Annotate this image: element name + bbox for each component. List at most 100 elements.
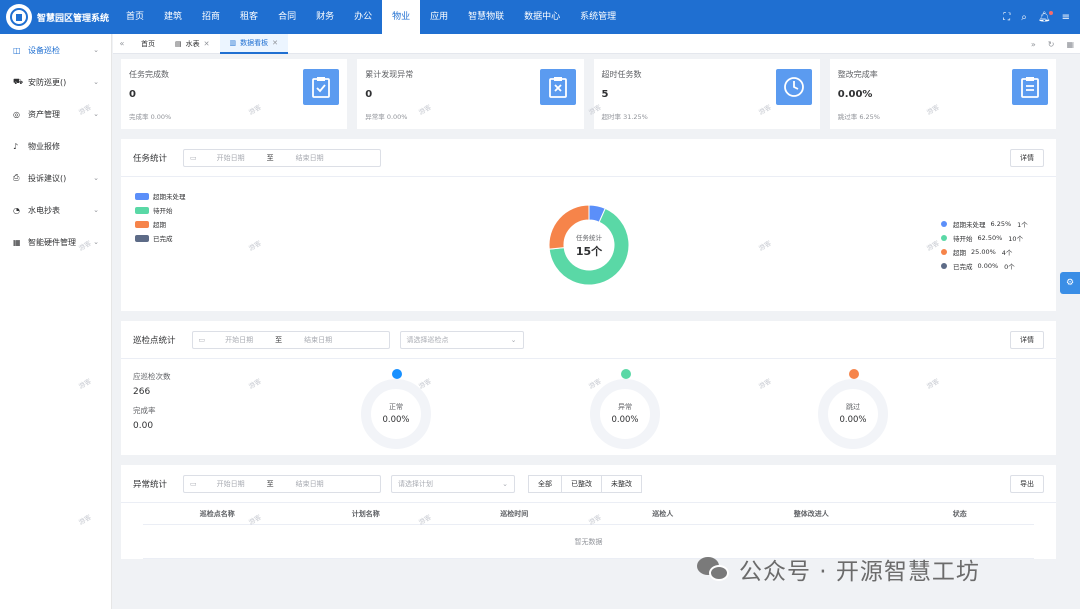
legend-item[interactable]: 待开始 (135, 203, 186, 217)
panel-title: 任务统计 (133, 153, 168, 164)
end-date-input[interactable]: 结束日期 (296, 153, 324, 163)
sidebar-item-label: 物业报修 (28, 141, 60, 151)
filter-rectified-button[interactable]: 已整改 (561, 474, 603, 493)
abnormal-table: 巡检点名称 计划名称 巡检时间 巡检人 整体改进人 状态 暂无数据 (143, 503, 1034, 559)
sidebar-item-label: 智能硬件管理 (28, 237, 76, 247)
clipboard-x-icon (539, 69, 576, 105)
start-date-input[interactable]: 开始日期 (217, 153, 245, 163)
sidebar-item-property-repair[interactable]: ♪ 物业报修 (0, 130, 111, 162)
patrol-point-select[interactable]: 请选择巡检点 ⌄ (399, 330, 524, 349)
sidebar-item-security-patrol[interactable]: ⛟ 安防巡更() ⌄ (0, 66, 111, 98)
task-detail-button[interactable]: 详情 (1010, 148, 1044, 167)
chevron-down-icon: ⌄ (93, 110, 99, 118)
fullscreen-icon[interactable]: ⛶ (1003, 12, 1010, 23)
clock-icon (775, 69, 812, 105)
sidebar-item-label: 设备巡检 (28, 45, 60, 55)
filter-unrectified-button[interactable]: 未整改 (601, 474, 643, 493)
due-count-value: 266 (133, 387, 151, 397)
tab-water-meter[interactable]: ▤ 水表 ✕ (165, 34, 220, 54)
clock-icon: ◔ (13, 205, 20, 215)
plan-select[interactable]: 请选择计划 ⌄ (391, 474, 516, 493)
sidebar-item-meter-reading[interactable]: ◔ 水电抄表 ⌄ (0, 194, 111, 226)
gear-icon[interactable]: ⚙ (1060, 272, 1080, 294)
legend-item[interactable]: 已完成 (135, 231, 186, 245)
brand-text: 公众号 · 开源智慧工坊 (739, 559, 980, 585)
card-subtitle: 异常率 0.00% (365, 113, 408, 121)
nav-item-home[interactable]: 首页 (116, 0, 154, 34)
column-header[interactable]: 巡检点名称 (143, 509, 292, 519)
sidebar-item-device-inspection[interactable]: ◫ 设备巡检 ⌄ (0, 34, 111, 66)
nav-item-data-center[interactable]: 数据中心 (514, 0, 570, 34)
sidebar-item-asset-management[interactable]: ◎ 资产管理 ⌄ (0, 98, 111, 130)
column-header[interactable]: 整体改进人 (737, 509, 886, 519)
chevron-down-icon: ⌄ (93, 46, 99, 54)
clipboard-check-icon (303, 69, 340, 105)
legend-detail-row: 超期未处理 6.25% 1个 (941, 217, 1028, 231)
patrol-summary: 应巡检次数 266 完成率 0.00 (133, 371, 171, 439)
export-button[interactable]: 导出 (1010, 474, 1044, 493)
filter-all-button[interactable]: 全部 (528, 474, 563, 493)
patrol-date-range[interactable]: ▭ 开始日期 至 结束日期 (191, 330, 390, 349)
nav-item-contract[interactable]: 合同 (268, 0, 306, 34)
abnormal-statistics-panel: 异常统计 ▭ 开始日期 至 结束日期 请选择计划 ⌄ 全部 已整改 未整改 导出… (121, 465, 1056, 559)
close-icon[interactable]: ✕ (204, 34, 210, 54)
chart-legend-detail: 超期未处理 6.25% 1个 待开始 62.50% 10个 超期 25.00% 4个 已完成… (941, 217, 1028, 273)
document-icon: ▤ (175, 39, 182, 48)
legend-detail-row: 待开始 62.50% 10个 (941, 231, 1028, 245)
card-overdue-tasks: 超时任务数 5 超时率 31.25% (593, 59, 820, 129)
globe-icon: ◎ (13, 109, 20, 119)
truck-icon: ⛟ (13, 77, 24, 86)
nav-item-property[interactable]: 物业 (382, 0, 421, 34)
nav-item-office[interactable]: 办公 (344, 0, 382, 34)
sidebar-item-complaints[interactable]: ⎙ 投诉建议() ⌄ (0, 162, 111, 194)
legend-item[interactable]: 超期未处理 (135, 189, 186, 203)
nav-item-tenant[interactable]: 租客 (230, 0, 268, 34)
start-date-input[interactable]: 开始日期 (217, 479, 245, 489)
sidebar-item-label: 投诉建议() (28, 173, 67, 183)
summary-cards: 任务完成数 0 完成率 0.00% 累计发现异常 0 异常率 0.00% 超时任… (121, 59, 1056, 129)
start-date-input[interactable]: 开始日期 (225, 335, 253, 345)
refresh-icon[interactable]: ↻ (1048, 40, 1055, 49)
due-count-label: 应巡检次数 (133, 372, 171, 381)
task-date-range[interactable]: ▭ 开始日期 至 结束日期 (183, 148, 382, 167)
legend-item[interactable]: 超期 (135, 217, 186, 231)
settings-sliders-icon[interactable]: ≡ (1062, 12, 1070, 23)
tabs-menu-icon[interactable]: ▦ (1066, 40, 1074, 49)
tab-home[interactable]: 首页 (131, 34, 165, 54)
close-icon[interactable]: ✕ (272, 33, 278, 53)
tab-label: 水表 (185, 39, 200, 48)
calendar-icon: ▭ (190, 479, 197, 488)
top-navbar: 智慧园区管理系统 首页 建筑 招商 租客 合同 财务 办公 物业 应用 智慧物联… (0, 0, 1080, 34)
nav-item-building[interactable]: 建筑 (154, 0, 192, 34)
abnormal-date-range[interactable]: ▭ 开始日期 至 结束日期 (183, 474, 382, 493)
grid-icon: ▦ (13, 237, 21, 247)
sidebar-item-smart-hardware[interactable]: ▦ 智能硬件管理 ⌄ (0, 226, 111, 258)
card-subtitle: 跳过率 6.25% (837, 113, 880, 121)
column-header[interactable]: 状态 (886, 509, 1035, 519)
chart-legend: 超期未处理 待开始 超期 已完成 (135, 189, 186, 245)
nav-item-iot[interactable]: 智慧物联 (458, 0, 514, 34)
tab-data-dashboard[interactable]: ▥ 数据看板 ✕ (219, 33, 288, 54)
nav-item-investment[interactable]: 招商 (192, 0, 230, 34)
range-separator: 至 (266, 479, 274, 488)
nav-item-finance[interactable]: 财务 (306, 0, 344, 34)
card-rectification-rate: 整改完成率 0.00% 跳过率 6.25% (829, 59, 1056, 129)
tabs-scroll-left-icon[interactable]: « (113, 39, 131, 48)
nav-item-apps[interactable]: 应用 (420, 0, 458, 34)
nav-item-system[interactable]: 系统管理 (570, 0, 626, 34)
gauge-skipped: 跳过 0.00% (818, 369, 890, 449)
column-header[interactable]: 巡检时间 (440, 509, 589, 519)
notification-bell-icon[interactable]: 🔔︎ (1038, 10, 1053, 23)
tabs-scroll-right-icon[interactable]: » (1031, 40, 1036, 49)
gauge-marker (849, 369, 859, 379)
donut-center-label: 任务统计 (576, 233, 602, 242)
column-header[interactable]: 巡检人 (589, 509, 738, 519)
search-icon[interactable]: ⌕ (1021, 12, 1027, 23)
camera-icon: ◫ (13, 45, 21, 55)
calendar-icon: ▭ (190, 153, 197, 162)
end-date-input[interactable]: 结束日期 (296, 479, 324, 489)
patrol-detail-button[interactable]: 详情 (1010, 330, 1044, 349)
app-logo[interactable]: 智慧园区管理系统 (0, 4, 116, 30)
end-date-input[interactable]: 结束日期 (304, 335, 332, 345)
status-filter-group: 全部 已整改 未整改 (528, 474, 643, 493)
